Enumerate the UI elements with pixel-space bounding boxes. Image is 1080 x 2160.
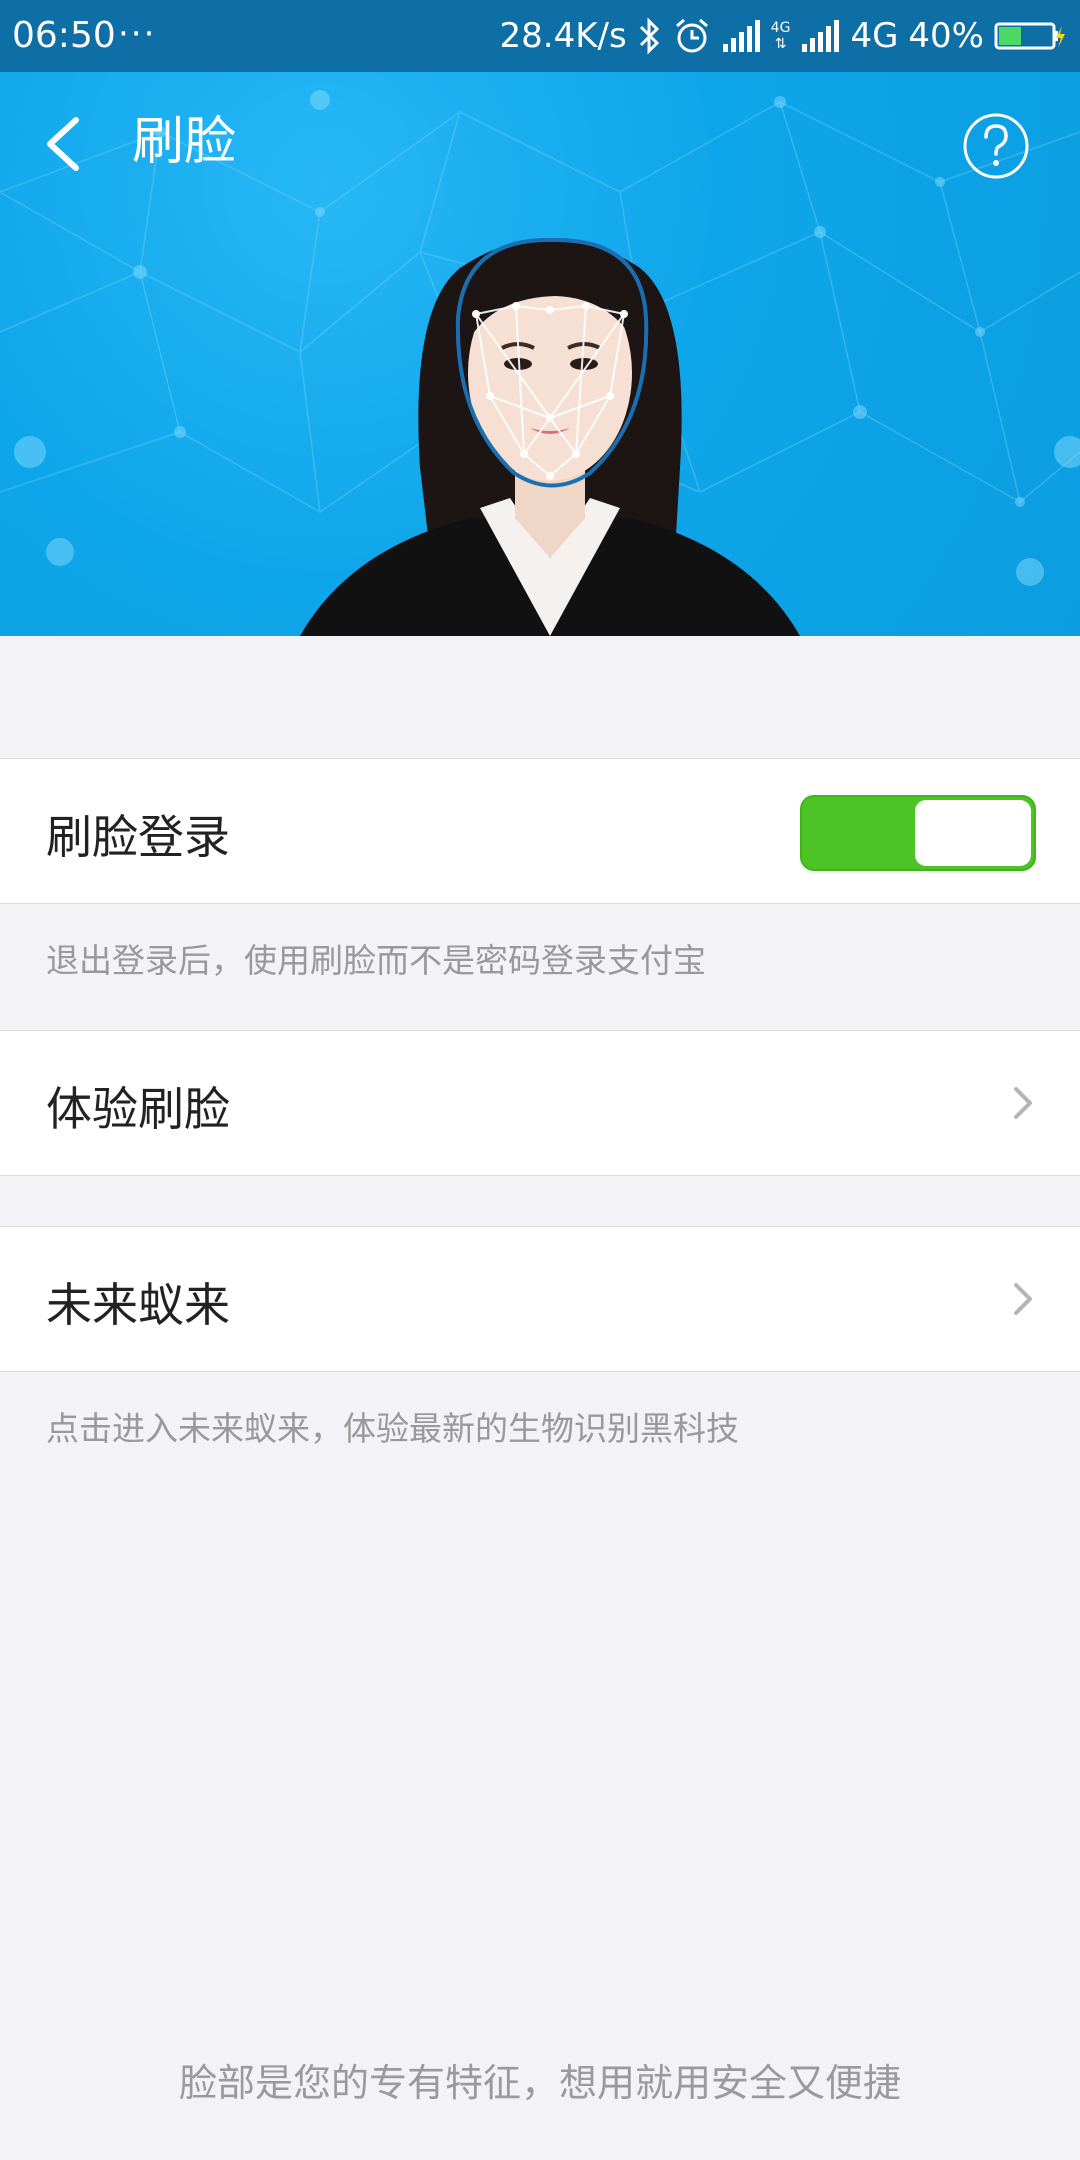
data-arrows-icon: ⇅: [774, 36, 787, 52]
chevron-right-icon: [1008, 1081, 1038, 1125]
status-time: 06:50: [12, 15, 116, 56]
face-login-toggle[interactable]: [800, 795, 1036, 871]
more-notifications-icon: ···: [118, 14, 157, 54]
network-mini-label: 4G: [770, 20, 791, 36]
chevron-right-icon: [1008, 1277, 1038, 1321]
battery-icon: [994, 20, 1066, 52]
help-button[interactable]: [962, 112, 1030, 180]
question-circle-icon: [963, 113, 1029, 179]
status-bar: 06:50 ··· 28.4K/s 4G ⇅ 4G 40%: [0, 0, 1080, 72]
chevron-left-icon: [47, 117, 79, 171]
status-indicators: 28.4K/s 4G ⇅ 4G 40%: [500, 12, 1067, 60]
network-mini-icon: 4G ⇅: [771, 20, 791, 52]
battery-percent: 40%: [908, 16, 984, 56]
face-login-row: 刷脸登录: [0, 758, 1080, 904]
future-row[interactable]: 未来蚁来: [0, 1226, 1080, 1372]
signal-icon-2: [800, 18, 840, 54]
try-face-label: 体验刷脸: [46, 1082, 230, 1136]
network-type: 4G: [850, 16, 899, 56]
network-speed: 28.4K/s: [499, 16, 627, 56]
bluetooth-icon: [637, 16, 663, 56]
try-face-row[interactable]: 体验刷脸: [0, 1030, 1080, 1176]
signal-icon: [721, 18, 761, 54]
future-hint: 点击进入未来蚁来，体验最新的生物识别黑科技: [46, 1409, 739, 1448]
face-portrait-illustration: [300, 237, 800, 636]
back-button[interactable]: [36, 108, 96, 180]
footer-tagline: 脸部是您的专有特征，想用就用安全又便捷: [178, 2061, 901, 2105]
alarm-icon: [673, 16, 711, 56]
face-login-hint: 退出登录后，使用刷脸而不是密码登录支付宝: [46, 941, 706, 980]
page-title: 刷脸: [132, 112, 237, 172]
face-hero-header: 刷脸: [0, 72, 1080, 636]
face-login-label: 刷脸登录: [46, 810, 230, 864]
toggle-knob: [915, 800, 1031, 866]
future-label: 未来蚁来: [46, 1278, 230, 1332]
